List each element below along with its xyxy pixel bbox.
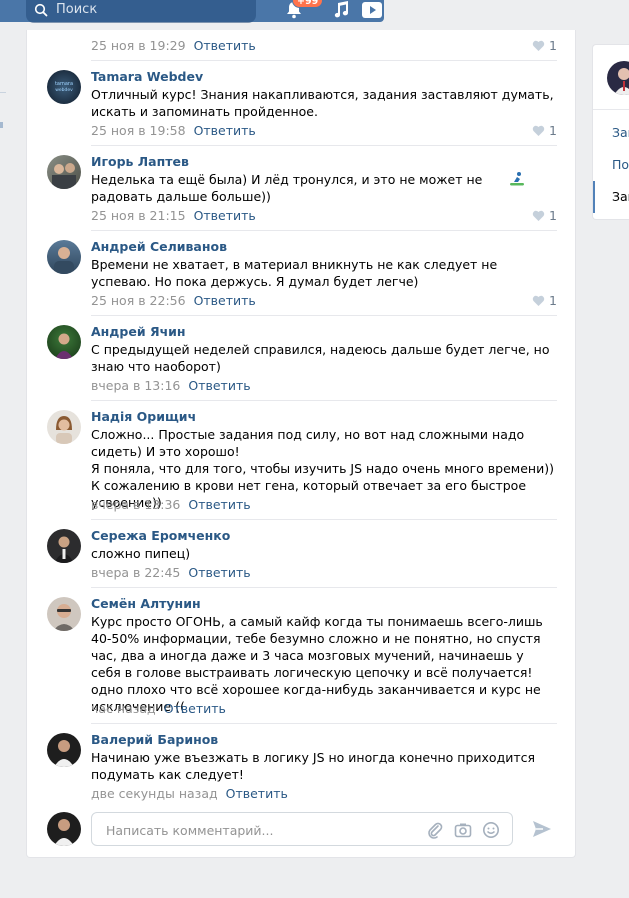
comment-author[interactable]: Семён Алтунин [91, 596, 201, 611]
send-icon[interactable] [531, 818, 553, 840]
comment-date: час назад [91, 701, 156, 716]
comment-date: вчера в 22:45 [91, 565, 181, 580]
side-item[interactable]: Зап [612, 189, 629, 204]
svg-text:webdev: webdev [55, 87, 73, 93]
search-box[interactable] [26, 0, 256, 23]
comment-meta: вчера в 13:16 Ответить [91, 378, 251, 393]
top-bar: +99 [0, 0, 629, 30]
music-icon[interactable] [332, 0, 350, 20]
comment-date: 25 ноя в 21:15 [91, 208, 186, 223]
side-item[interactable]: Зап [612, 125, 629, 140]
avatar[interactable] [47, 597, 81, 631]
like-button[interactable]: 1 [532, 123, 557, 138]
like-count: 1 [549, 123, 557, 138]
comment-date: вчера в 13:16 [91, 378, 181, 393]
comment-date: 25 ноя в 19:58 [91, 123, 186, 138]
avatar[interactable]: tamara webdev [47, 70, 81, 104]
like-button[interactable]: 1 [532, 293, 557, 308]
comment-text: Неделька та ещё была) И лёд тронулся, и … [91, 171, 531, 205]
comment-author[interactable]: Андрей Селиванов [91, 239, 227, 254]
emoji-icon[interactable] [482, 821, 500, 839]
snowboarder-emoji-icon [510, 172, 524, 186]
heart-icon [532, 125, 545, 136]
reply-link[interactable]: Ответить [188, 565, 250, 580]
comment-text: Отличный курс! Знания накапливаются, зад… [91, 87, 554, 119]
reply-link[interactable]: Ответить [194, 208, 256, 223]
comment-author[interactable]: Сережа Еромченко [91, 528, 230, 543]
comment-author[interactable]: Валерий Баринов [91, 732, 218, 747]
comment-meta: 25 ноя в 19:29 Ответить [91, 38, 256, 53]
comment-date: 25 ноя в 19:29 [91, 38, 186, 53]
comment-meta: 25 ноя в 21:15 Ответить [91, 208, 256, 223]
active-indicator [593, 181, 595, 213]
heart-icon [532, 295, 545, 306]
notification-badge: +99 [292, 0, 324, 8]
like-count: 1 [549, 208, 557, 223]
comment-date: две секунды назад [91, 786, 218, 801]
heart-icon [532, 210, 545, 221]
camera-icon[interactable] [454, 821, 472, 839]
reply-link[interactable]: Ответить [188, 378, 250, 393]
comment-author[interactable]: Надія Орищич [91, 409, 196, 424]
side-item[interactable]: По [612, 157, 629, 172]
comment-composer[interactable] [91, 812, 513, 846]
like-count: 1 [549, 293, 557, 308]
reply-link[interactable]: Ответить [194, 123, 256, 138]
heart-icon [532, 40, 545, 51]
comment-meta: 25 ноя в 22:56 Ответить [91, 293, 256, 308]
comment-author[interactable]: Игорь Лаптев [91, 154, 189, 169]
comment-text: С предыдущей неделей справился, надеюсь … [91, 342, 550, 374]
comment-meta: час назад Ответить [91, 701, 226, 716]
current-user-avatar [47, 812, 81, 846]
like-button[interactable]: 1 [532, 38, 557, 53]
like-count: 1 [549, 38, 557, 53]
reply-link[interactable]: Ответить [188, 497, 250, 512]
avatar[interactable] [47, 410, 81, 444]
avatar[interactable] [47, 733, 81, 767]
reply-link[interactable]: Ответить [194, 38, 256, 53]
attach-icon[interactable] [426, 821, 444, 839]
comment-author[interactable]: Tamara Webdev [91, 69, 203, 84]
comment-text: Курс просто ОГОНЬ, а самый кайф когда ты… [91, 614, 543, 714]
comment-input[interactable] [104, 821, 404, 839]
avatar[interactable] [47, 155, 81, 189]
avatar[interactable] [607, 61, 629, 95]
comment-date: 25 ноя в 22:56 [91, 293, 186, 308]
comment-text: Сложно... Простые задания под силу, но в… [91, 427, 525, 459]
search-icon [34, 3, 48, 17]
side-panel: Зап По Зап [592, 44, 629, 220]
video-icon[interactable] [360, 0, 384, 21]
avatar[interactable] [47, 529, 81, 563]
reply-link[interactable]: Ответить [164, 701, 226, 716]
comment-text: Времени не хватает, в материал вникнуть … [91, 257, 498, 289]
comment-text: сложно пипец) [91, 546, 191, 561]
avatar[interactable] [47, 325, 81, 359]
comment-meta: две секунды назад Ответить [91, 786, 288, 801]
svg-text:tamara: tamara [55, 81, 73, 87]
comments-card: 25 ноя в 19:29 Ответить 1 tamara webdev Ta… [26, 30, 576, 858]
search-input[interactable] [54, 0, 244, 18]
comment-date: вчера в 13:36 [91, 497, 181, 512]
comment-meta: вчера в 22:45 Ответить [91, 565, 251, 580]
reply-link[interactable]: Ответить [226, 786, 288, 801]
like-button[interactable]: 1 [532, 208, 557, 223]
reply-link[interactable]: Ответить [194, 293, 256, 308]
avatar[interactable] [47, 240, 81, 274]
comment-meta: вчера в 13:36 Ответить [91, 497, 251, 512]
comment-meta: 25 ноя в 19:58 Ответить [91, 123, 256, 138]
comment-author[interactable]: Андрей Ячин [91, 324, 186, 339]
comment-text: Начинаю уже въезжать в логику JS но иног… [91, 750, 536, 782]
